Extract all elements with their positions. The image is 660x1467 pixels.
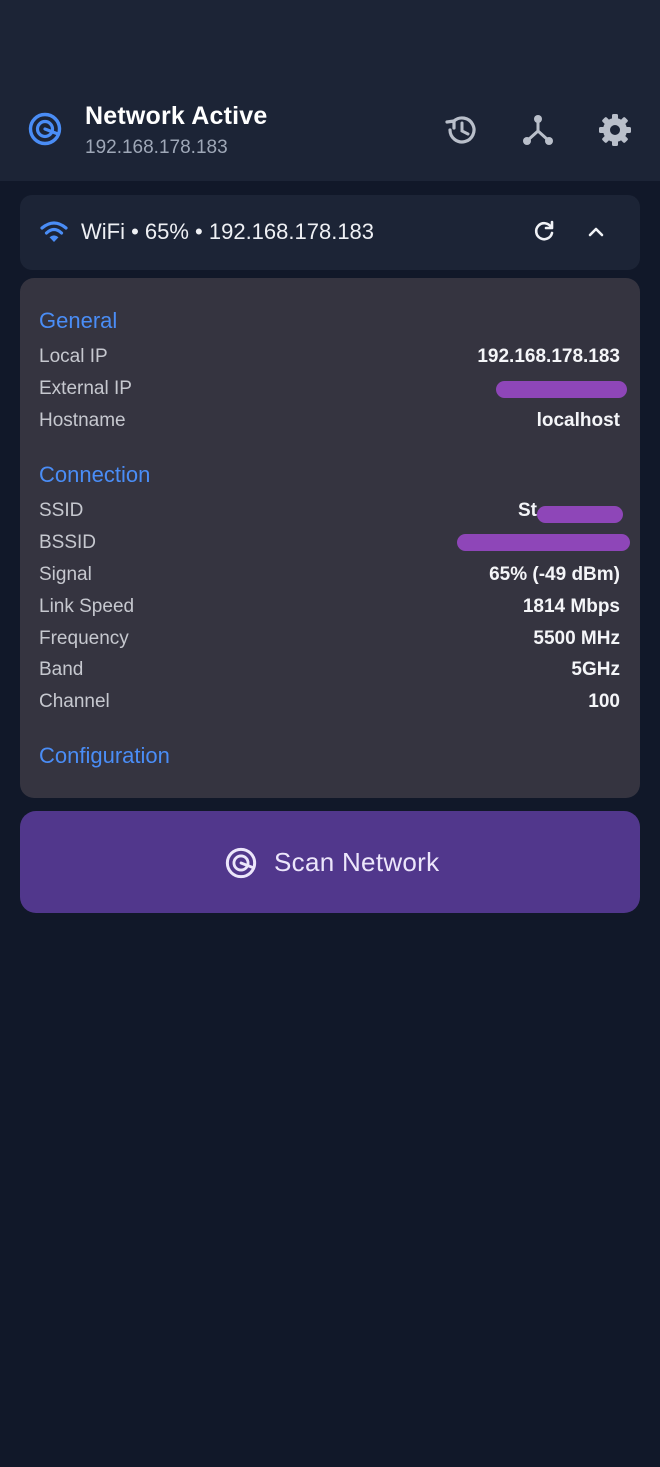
link-speed-value: 1814 Mbps [522,596,620,617]
bssid-row: BSSID [39,532,630,558]
bssid-redaction [457,534,630,551]
page-title: Network Active [85,102,268,130]
external-ip-redaction [496,381,627,398]
page-subtitle: 192.168.178.183 [85,137,228,158]
ssid-label: SSID [39,500,84,521]
signal-row: Signal 65% (-49 dBm) [39,564,620,590]
channel-value: 100 [588,691,620,712]
app-bar: Network Active 192.168.178.183 [0,0,660,181]
frequency-row: Frequency 5500 MHz [39,628,620,654]
channel-label: Channel [39,691,110,712]
section-configuration[interactable]: Configuration [39,743,170,769]
hostname-label: Hostname [39,410,126,431]
section-general: General [39,308,118,333]
history-icon[interactable] [443,112,479,148]
settings-icon[interactable] [597,112,633,148]
wifi-icon [40,221,68,242]
ssid-row: SSID St [39,500,623,526]
hostname-row: Hostname localhost [39,410,620,436]
frequency-value: 5500 MHz [533,628,620,649]
local-ip-value: 192.168.178.183 [477,346,620,367]
refresh-icon[interactable] [531,219,557,245]
wifi-summary-text: WiFi • 65% • 192.168.178.183 [81,219,375,244]
band-label: Band [39,659,84,680]
wifi-summary-card[interactable]: WiFi • 65% • 192.168.178.183 [20,195,640,270]
hostname-value: localhost [536,410,620,431]
ssid-value-partial: St [518,500,537,521]
channel-row: Channel 100 [39,691,620,717]
frequency-label: Frequency [39,628,129,649]
external-ip-row: External IP [39,378,627,404]
local-ip-label: Local IP [39,346,108,367]
scan-network-label: Scan Network [274,847,440,877]
scan-network-button[interactable]: Scan Network [20,811,640,913]
network-details-card: General Local IP 192.168.178.183 Externa… [20,278,640,798]
link-speed-row: Link Speed 1814 Mbps [39,596,620,622]
ssid-redaction [537,506,623,523]
signal-label: Signal [39,564,92,585]
radar-icon [225,847,257,879]
local-ip-row: Local IP 192.168.178.183 [39,346,620,372]
network-topology-icon[interactable] [520,112,556,148]
band-row: Band 5GHz [39,659,620,685]
bssid-label: BSSID [39,532,97,553]
band-value: 5GHz [571,659,620,680]
radar-icon [28,112,62,146]
signal-value: 65% (-49 dBm) [489,564,620,585]
link-speed-label: Link Speed [39,596,135,617]
chevron-up-icon[interactable] [583,219,609,245]
section-connection: Connection [39,462,151,487]
external-ip-label: External IP [39,378,132,399]
